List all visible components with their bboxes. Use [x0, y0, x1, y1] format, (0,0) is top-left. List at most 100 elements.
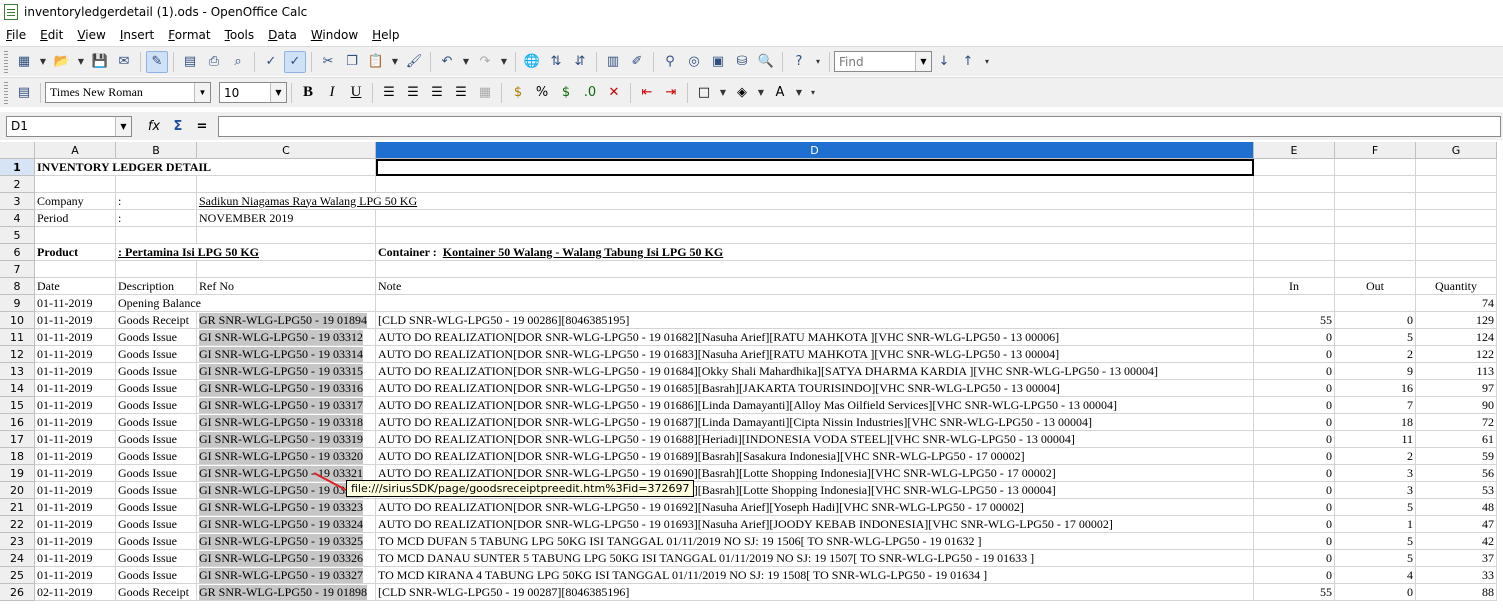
row-in[interactable]: 0	[1254, 465, 1335, 482]
open-folder-icon[interactable]: 📂	[51, 51, 73, 73]
row-header[interactable]: 22	[0, 516, 35, 533]
row-date[interactable]: 01-11-2019	[35, 346, 116, 363]
row-header[interactable]: 6	[0, 244, 35, 261]
cell[interactable]	[1335, 244, 1416, 261]
row-description[interactable]: Goods Issue	[116, 329, 197, 346]
formula-input[interactable]	[218, 115, 1501, 137]
gallery-icon[interactable]: ▣	[707, 51, 729, 73]
row-description[interactable]: Goods Issue	[116, 567, 197, 584]
row-description[interactable]: Goods Issue	[116, 414, 197, 431]
row-in[interactable]: 0	[1254, 550, 1335, 567]
cell[interactable]	[376, 261, 1254, 278]
row-header[interactable]: 14	[0, 380, 35, 397]
row-in[interactable]: 55	[1254, 312, 1335, 329]
export-pdf-icon[interactable]: ▤	[179, 51, 201, 73]
row-date[interactable]: 01-11-2019	[35, 516, 116, 533]
merge-cells-icon[interactable]: ▦	[474, 82, 496, 104]
column-header-c[interactable]: C	[197, 142, 376, 159]
row-quantity[interactable]: 59	[1416, 448, 1497, 465]
cell-company-colon[interactable]: :	[116, 193, 197, 210]
row-description[interactable]: Goods Receipt	[116, 312, 197, 329]
row-quantity[interactable]: 37	[1416, 550, 1497, 567]
column-header-f[interactable]: F	[1335, 142, 1416, 159]
row-ref-no[interactable]: GI SNR-WLG-LPG50 - 19 03320	[197, 448, 376, 465]
row-note[interactable]: AUTO DO REALIZATION[DOR SNR-WLG-LPG50 - …	[376, 380, 1254, 397]
format-paintbrush-icon[interactable]: 🖌	[403, 51, 425, 73]
cell[interactable]	[1335, 295, 1416, 312]
row-in[interactable]: 0	[1254, 448, 1335, 465]
row-description[interactable]: Goods Issue	[116, 516, 197, 533]
row-ref-no[interactable]: GI SNR-WLG-LPG50 - 19 03318	[197, 414, 376, 431]
row-ref-no[interactable]: GI SNR-WLG-LPG50 - 19 03312	[197, 329, 376, 346]
align-left-icon[interactable]: ☰	[378, 82, 400, 104]
row-in[interactable]: 0	[1254, 499, 1335, 516]
row-date[interactable]: 01-11-2019	[35, 363, 116, 380]
row-header[interactable]: 8	[0, 278, 35, 295]
row-out[interactable]: 0	[1335, 312, 1416, 329]
chevron-down-icon[interactable]: ▼	[115, 116, 131, 136]
copy-icon[interactable]: ❐	[341, 51, 363, 73]
row-quantity[interactable]: 124	[1416, 329, 1497, 346]
opening-date[interactable]: 01-11-2019	[35, 295, 116, 312]
cell-company-label[interactable]: Company	[35, 193, 116, 210]
row-date[interactable]: 01-11-2019	[35, 397, 116, 414]
cell[interactable]	[1335, 176, 1416, 193]
cell-container[interactable]: Container : Kontainer 50 Walang - Walang…	[376, 244, 1254, 261]
row-quantity[interactable]: 97	[1416, 380, 1497, 397]
cell[interactable]	[1416, 210, 1497, 227]
chevron-down-icon[interactable]: ▼	[37, 51, 49, 73]
row-ref-no[interactable]: GR SNR-WLG-LPG50 - 19 01894	[197, 312, 376, 329]
cell-product-label[interactable]: Product	[35, 244, 116, 261]
menu-help[interactable]: Help	[372, 28, 399, 42]
row-quantity[interactable]: 48	[1416, 499, 1497, 516]
row-header[interactable]: 7	[0, 261, 35, 278]
row-note[interactable]: TO MCD DANAU SUNTER 5 TABUNG LPG 50KG IS…	[376, 550, 1254, 567]
row-out[interactable]: 9	[1335, 363, 1416, 380]
row-date[interactable]: 01-11-2019	[35, 499, 116, 516]
row-in[interactable]: 0	[1254, 380, 1335, 397]
row-in[interactable]: 55	[1254, 584, 1335, 601]
row-note[interactable]: TO MCD DUFAN 5 TABUNG LPG 50KG ISI TANGG…	[376, 533, 1254, 550]
row-date[interactable]: 01-11-2019	[35, 482, 116, 499]
row-header[interactable]: 11	[0, 329, 35, 346]
align-center-icon[interactable]: ☰	[402, 82, 424, 104]
row-description[interactable]: Goods Issue	[116, 448, 197, 465]
row-description[interactable]: Goods Issue	[116, 363, 197, 380]
column-header-e[interactable]: E	[1254, 142, 1335, 159]
opening-description[interactable]: Opening Balance	[116, 295, 376, 312]
cell[interactable]	[116, 261, 197, 278]
header-description[interactable]: Description	[116, 278, 197, 295]
find-replace-icon[interactable]: ⚲	[659, 51, 681, 73]
row-header[interactable]: 18	[0, 448, 35, 465]
toolbar-grip[interactable]	[4, 50, 8, 73]
row-date[interactable]: 01-11-2019	[35, 380, 116, 397]
name-box[interactable]: D1 ▼	[6, 115, 132, 137]
header-in[interactable]: In	[1254, 278, 1335, 295]
cell-period-colon[interactable]: :	[116, 210, 197, 227]
decrease-indent-icon[interactable]: ⇤	[636, 82, 658, 104]
menu-data[interactable]: Data	[268, 28, 297, 42]
justify-icon[interactable]: ☰	[450, 82, 472, 104]
cell[interactable]	[1335, 210, 1416, 227]
row-in[interactable]: 0	[1254, 346, 1335, 363]
cell[interactable]	[197, 176, 376, 193]
row-in[interactable]: 0	[1254, 363, 1335, 380]
toolbar-overflow-icon[interactable]: ▾	[981, 51, 993, 73]
row-note[interactable]: TO MCD KIRANA 4 TABUNG LPG 50KG ISI TANG…	[376, 567, 1254, 584]
header-note[interactable]: Note	[376, 278, 1254, 295]
row-quantity[interactable]: 56	[1416, 465, 1497, 482]
row-ref-no[interactable]: GI SNR-WLG-LPG50 - 19 03324	[197, 516, 376, 533]
row-header[interactable]: 3	[0, 193, 35, 210]
cell-d1[interactable]	[376, 159, 1254, 176]
row-out[interactable]: 7	[1335, 397, 1416, 414]
chevron-down-icon[interactable]: ▼	[793, 82, 805, 104]
print-icon[interactable]: ⎙	[203, 51, 225, 73]
row-out[interactable]: 0	[1335, 584, 1416, 601]
row-header[interactable]: 4	[0, 210, 35, 227]
row-ref-no[interactable]: GI SNR-WLG-LPG50 - 19 03325	[197, 533, 376, 550]
cell[interactable]	[1254, 159, 1335, 176]
row-out[interactable]: 5	[1335, 550, 1416, 567]
row-header[interactable]: 20	[0, 482, 35, 499]
row-description[interactable]: Goods Issue	[116, 482, 197, 499]
row-note[interactable]: AUTO DO REALIZATION[DOR SNR-WLG-LPG50 - …	[376, 516, 1254, 533]
